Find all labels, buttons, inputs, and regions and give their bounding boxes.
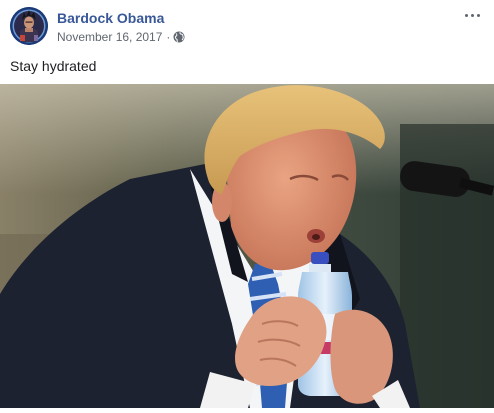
post-header: Bardock Obama November 16, 2017 ·: [10, 7, 490, 47]
author-avatar[interactable]: [10, 7, 48, 45]
facebook-post: Bardock Obama November 16, 2017 · Stay h…: [0, 0, 494, 408]
more-options-icon[interactable]: [460, 8, 484, 22]
post-caption: Stay hydrated: [10, 58, 97, 74]
post-meta: November 16, 2017 ·: [57, 30, 185, 44]
post-photo[interactable]: [0, 84, 494, 408]
more-dot: [470, 13, 474, 17]
author-name[interactable]: Bardock Obama: [57, 10, 164, 26]
more-dot: [476, 13, 480, 17]
meta-separator: ·: [166, 30, 171, 44]
more-dot: [464, 13, 468, 17]
globe-icon[interactable]: [173, 31, 185, 43]
photo-image: [0, 84, 494, 408]
post-date[interactable]: November 16, 2017: [57, 30, 162, 44]
avatar-image: [10, 7, 48, 45]
